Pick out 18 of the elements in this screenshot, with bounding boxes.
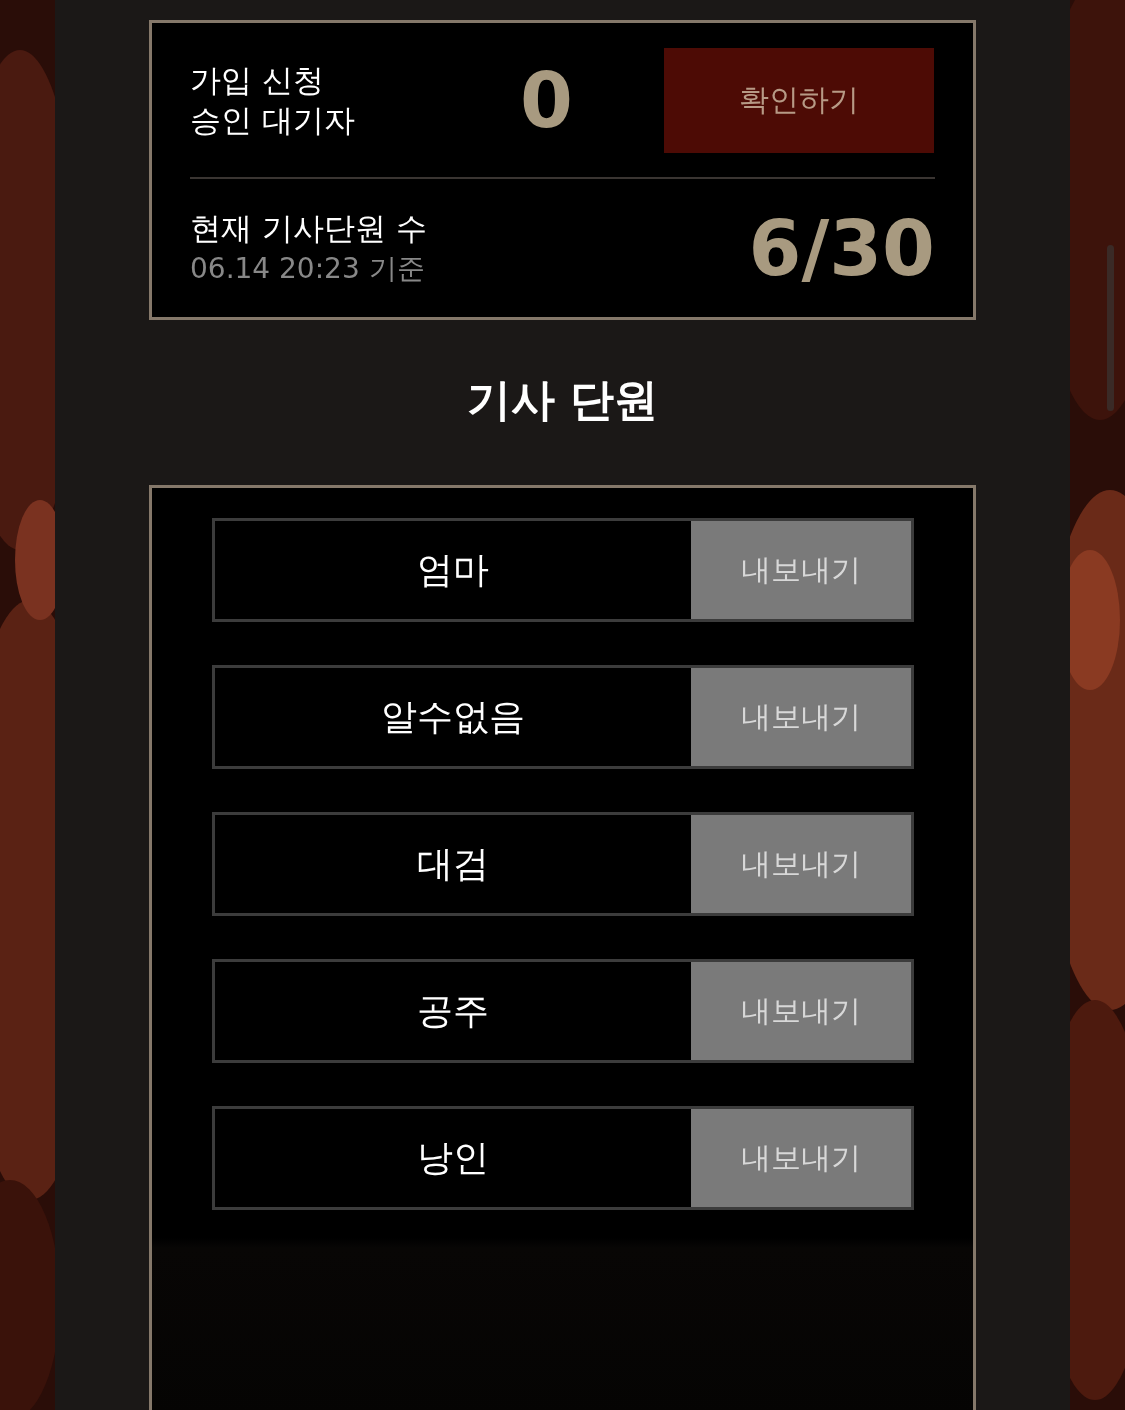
kick-button[interactable]: 내보내기 — [690, 1109, 911, 1207]
members-label: 현재 기사단원 수 — [190, 209, 427, 248]
member-name: 대검 — [415, 841, 490, 886]
member-name: 공주 — [415, 988, 490, 1033]
confirm-button[interactable]: 확인하기 — [664, 47, 934, 153]
timestamp: 06.14 20:23 기준 — [190, 251, 426, 287]
kick-button[interactable]: 내보내기 — [690, 962, 911, 1060]
member-name: 낭인 — [415, 1135, 490, 1180]
members-count: 6/30 — [748, 203, 935, 293]
kick-button[interactable]: 내보내기 — [690, 521, 911, 619]
section-title: 기사 단원 — [465, 373, 660, 427]
kick-button[interactable]: 내보내기 — [690, 815, 911, 913]
member-name: 알수없음 — [379, 694, 526, 739]
pending-label: 가입 신청 승인 대기자 — [190, 61, 356, 140]
member-name: 엄마 — [415, 547, 490, 592]
kick-button[interactable]: 내보내기 — [690, 668, 911, 766]
scrollbar[interactable] — [1107, 245, 1114, 411]
pending-count: 0 — [520, 55, 574, 145]
